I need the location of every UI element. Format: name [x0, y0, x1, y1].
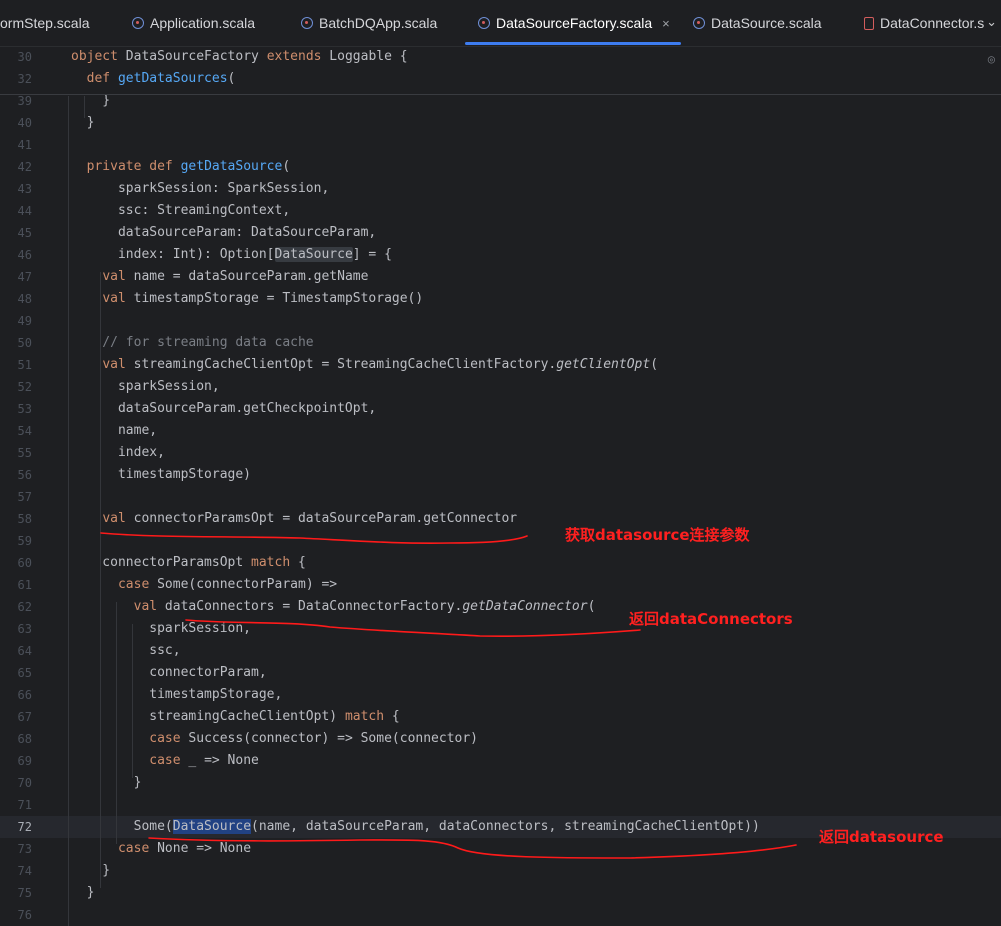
- underline-data-source: [148, 837, 797, 859]
- underline-data-connectors: [185, 619, 641, 637]
- handwritten-underlines: [100, 532, 797, 859]
- annotation-data-source: 返回datasource: [819, 828, 944, 846]
- annotation-data-connectors: 返回dataConnectors: [629, 610, 793, 628]
- annotation-connector-params: 获取datasource连接参数: [565, 526, 750, 544]
- underline-connector-params: [100, 532, 528, 544]
